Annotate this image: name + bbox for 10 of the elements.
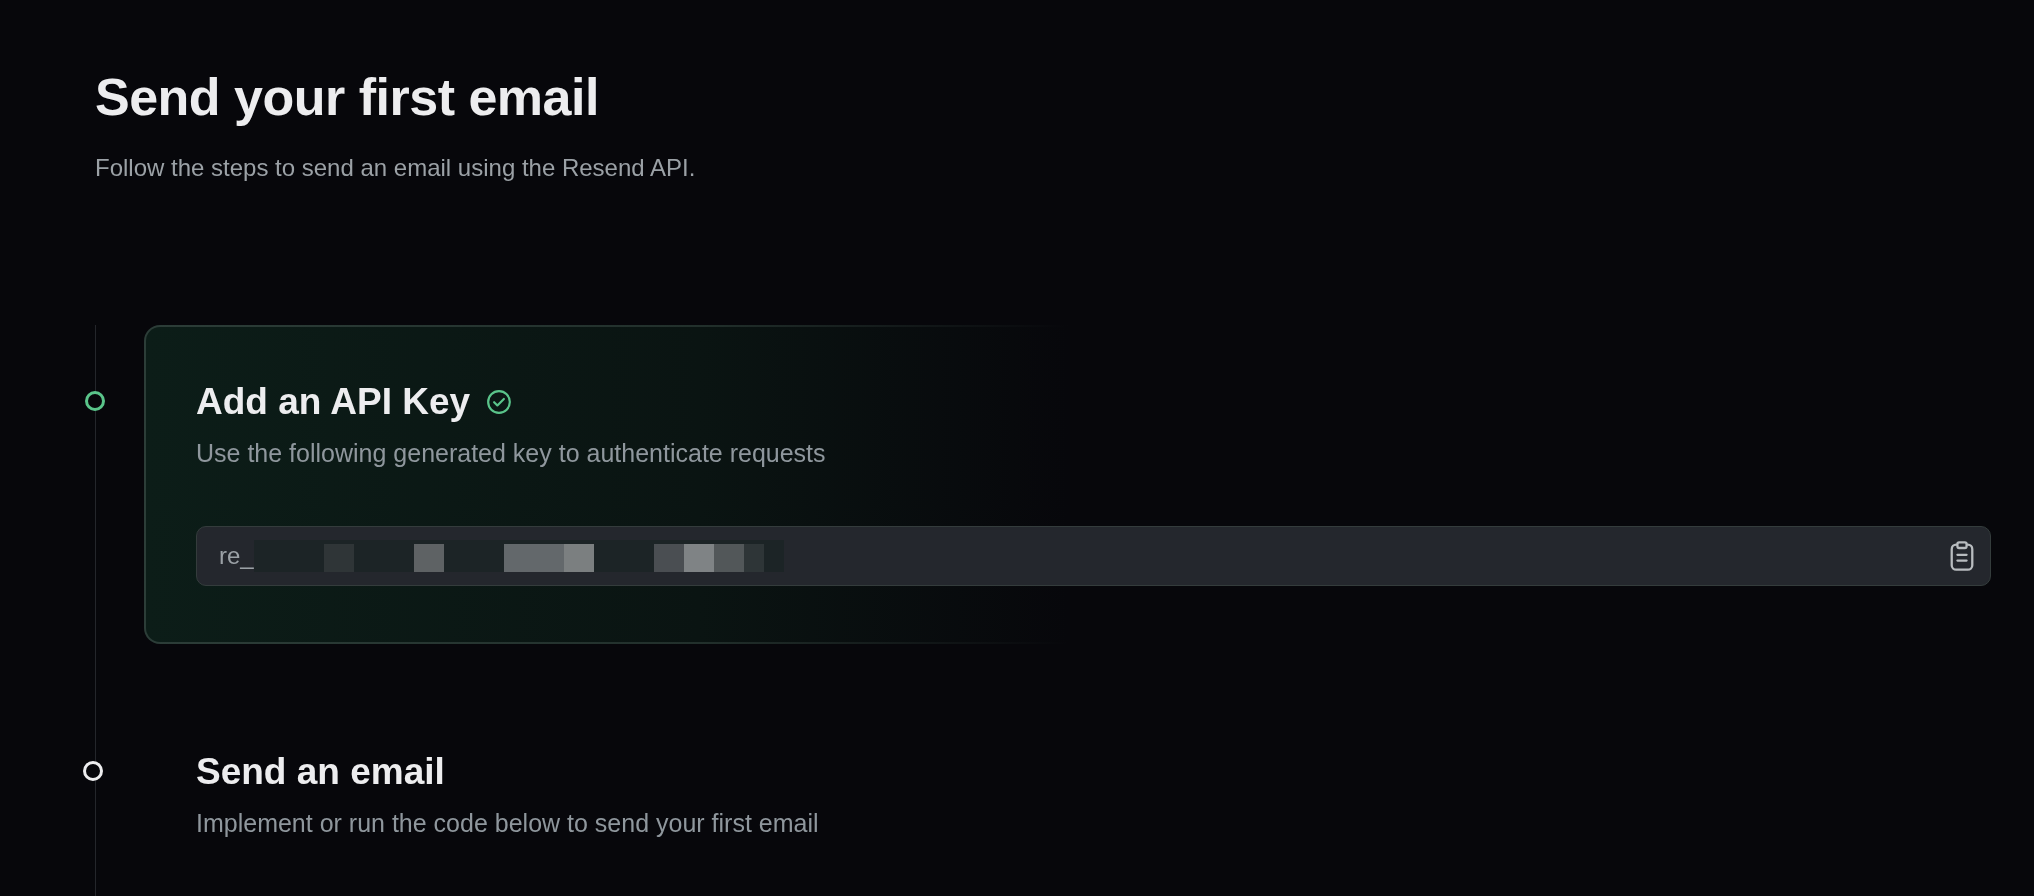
check-circle-icon [486,389,513,415]
step-title: Add an API Key [196,380,471,424]
api-key-field[interactable]: re_ [196,526,1991,586]
step-title: Send an email [196,750,445,794]
api-key-value: re_ [219,542,254,570]
page-subtitle: Follow the steps to send an email using the Resend API. [95,154,697,182]
page-title: Send your first email [95,67,600,128]
step-description: Use the following generated key to authenticate requests [196,439,827,468]
step-description: Implement or run the code below to send your first email [196,809,820,838]
clipboard-icon[interactable] [1948,540,1976,572]
